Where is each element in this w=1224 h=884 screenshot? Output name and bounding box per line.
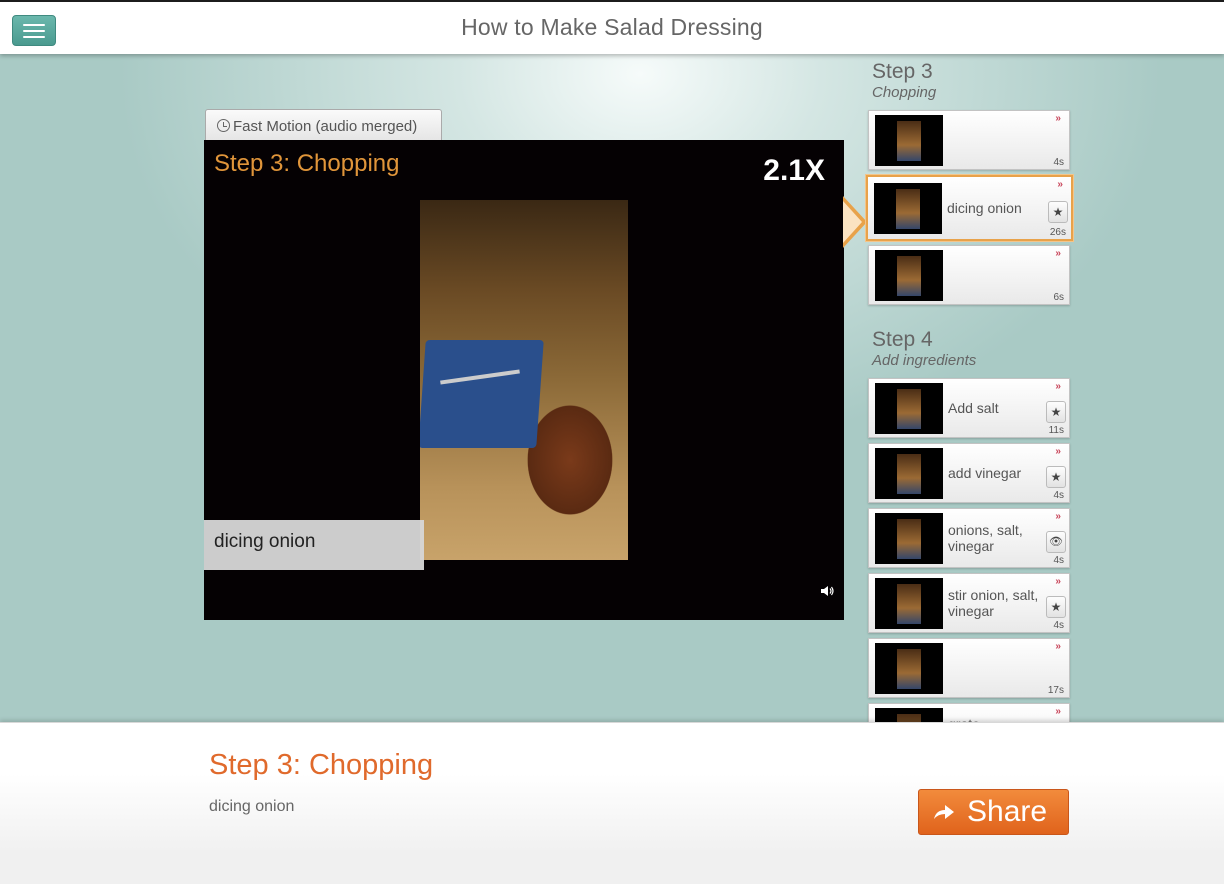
clip-label <box>948 246 1040 304</box>
clip-thumbnail <box>875 643 943 694</box>
page-title: How to Make Salad Dressing <box>461 14 763 40</box>
clip-label: stir onion, salt, vinegar <box>948 587 1039 619</box>
fast-forward-icon: ›› <box>1055 641 1061 652</box>
star-icon[interactable]: ★ <box>1046 596 1066 618</box>
clip-thumbnail <box>875 708 943 722</box>
clip-duration: 4s <box>1053 555 1064 566</box>
step-3-header[interactable]: Step 3 Chopping <box>872 60 936 101</box>
clip-item[interactable]: add vinegar ›› ★ 4s <box>868 443 1070 503</box>
clip-item[interactable]: stir onion, salt, vinegar ›› ★ 4s <box>868 573 1070 633</box>
clip-label: onions, salt, vinegar <box>948 522 1023 554</box>
clip-duration: 4s <box>1053 490 1064 501</box>
clip-item[interactable]: ›› 4s <box>868 110 1070 170</box>
star-icon[interactable]: ★ <box>1046 401 1066 423</box>
clip-thumbnail <box>875 115 943 166</box>
playback-speed-label: 2.1X <box>763 154 825 187</box>
share-button-label: Share <box>967 795 1048 828</box>
share-arrow-icon <box>934 805 954 819</box>
clip-item[interactable]: grate ›› <box>868 703 1070 722</box>
clip-thumbnail <box>875 383 943 434</box>
volume-icon[interactable] <box>820 584 834 598</box>
clip-label <box>948 639 1040 697</box>
clip-thumbnail <box>874 183 942 234</box>
main-stage: Fast Motion (audio merged) Step 3: Chopp… <box>0 54 1224 722</box>
fast-forward-icon: ›› <box>1055 113 1061 124</box>
clip-duration: 17s <box>1047 685 1064 696</box>
clip-duration: 6s <box>1053 292 1064 303</box>
detail-panel: Step 3: Chopping dicing onion Share <box>0 722 1224 850</box>
footer <box>0 850 1224 884</box>
step-4-header[interactable]: Step 4 Add ingredients <box>872 328 976 369</box>
fast-motion-tab-label: Fast Motion (audio merged) <box>233 118 418 135</box>
detail-title: Step 3: Chopping <box>209 749 434 781</box>
clip-item[interactable]: ›› 17s <box>868 638 1070 698</box>
step-number: Step 3 <box>872 60 933 83</box>
fast-motion-tab[interactable]: Fast Motion (audio merged) <box>205 109 442 141</box>
step-subtitle: Chopping <box>872 84 937 101</box>
video-caption: dicing onion <box>204 520 424 570</box>
clip-duration: 4s <box>1053 620 1064 631</box>
selected-clip-pointer <box>843 196 867 248</box>
clip-duration: 11s <box>1048 425 1064 436</box>
clip-thumbnail <box>875 250 943 301</box>
fast-forward-icon: ›› <box>1055 576 1061 587</box>
share-button[interactable]: Share <box>918 789 1069 835</box>
clip-item[interactable]: onions, salt, vinegar ›› 👁 4s <box>868 508 1070 568</box>
clip-label: Add salt <box>948 400 999 416</box>
fast-forward-icon: ›› <box>1055 706 1061 717</box>
clip-label: dicing onion <box>947 200 1022 216</box>
top-bar: How to Make Salad Dressing <box>0 0 1224 54</box>
star-icon[interactable]: ★ <box>1046 466 1066 488</box>
video-overlay-title: Step 3: Chopping <box>214 150 400 177</box>
clock-icon <box>217 119 230 132</box>
clip-item-selected[interactable]: dicing onion ›› ★ 26s <box>866 175 1073 241</box>
fast-forward-icon: ›› <box>1055 446 1061 457</box>
clip-duration: 26s <box>1049 227 1066 238</box>
fast-forward-icon: ›› <box>1057 179 1063 190</box>
detail-description: dicing onion <box>209 798 295 815</box>
clip-thumbnail <box>875 513 943 564</box>
video-player[interactable]: Step 3: Chopping 2.1X dicing onion <box>204 140 844 620</box>
fast-forward-icon: ›› <box>1055 511 1061 522</box>
step-subtitle: Add ingredients <box>872 352 977 369</box>
clip-label <box>948 111 1040 169</box>
clip-list: Step 3 Chopping ›› 4s dicing onion ›› ★ … <box>866 54 1076 722</box>
video-frame <box>420 200 628 560</box>
step-number: Step 4 <box>872 328 933 351</box>
clip-thumbnail <box>875 448 943 499</box>
star-icon[interactable]: ★ <box>1048 201 1068 223</box>
clip-label: grate <box>948 704 1040 722</box>
clip-item[interactable]: ›› 6s <box>868 245 1070 305</box>
clip-duration: 4s <box>1053 157 1064 168</box>
eye-icon[interactable]: 👁 <box>1046 531 1066 553</box>
fast-forward-icon: ›› <box>1055 381 1061 392</box>
cutting-board <box>420 340 544 448</box>
clip-label: add vinegar <box>948 465 1022 481</box>
clip-item[interactable]: Add salt ›› ★ 11s <box>868 378 1070 438</box>
fast-forward-icon: ›› <box>1055 248 1061 259</box>
clip-thumbnail <box>875 578 943 629</box>
